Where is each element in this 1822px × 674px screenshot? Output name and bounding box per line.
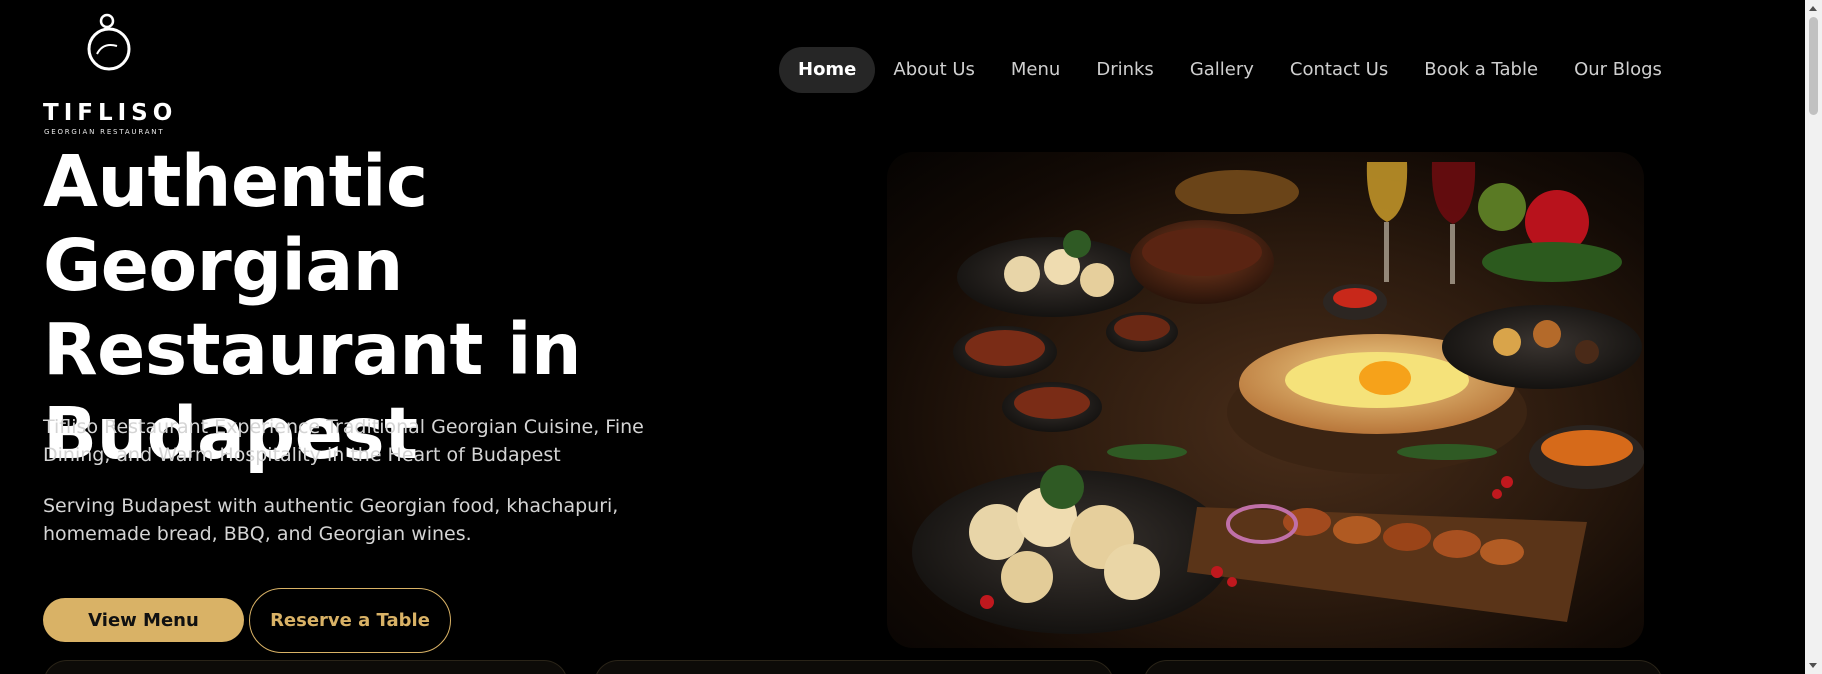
nav-item-drinks[interactable]: Drinks	[1078, 47, 1171, 93]
nav-item-book-a-table[interactable]: Book a Table	[1406, 47, 1556, 93]
reserve-table-button[interactable]: Reserve a Table	[249, 588, 451, 653]
nav-item-menu[interactable]: Menu	[993, 47, 1078, 93]
hero-description: Serving Budapest with authentic Georgian…	[43, 495, 619, 545]
nav-item-contact-us[interactable]: Contact Us	[1272, 47, 1406, 93]
nav-item-gallery[interactable]: Gallery	[1172, 47, 1272, 93]
logo-bottle-icon	[87, 13, 131, 71]
main-nav: Home About Us Menu Drinks Gallery Contac…	[779, 47, 1680, 93]
scroll-down-arrow-icon[interactable]	[1805, 657, 1822, 674]
page-scrollbar[interactable]	[1805, 0, 1822, 674]
scrollbar-thumb[interactable]	[1809, 17, 1818, 115]
nav-item-about-us[interactable]: About Us	[875, 47, 993, 93]
feature-card-3	[1143, 660, 1663, 674]
scroll-up-arrow-icon[interactable]	[1805, 0, 1822, 17]
hero-food-image	[887, 152, 1644, 648]
logo-brand: TIFLISO	[43, 100, 178, 126]
feature-card-2	[594, 660, 1114, 674]
nav-item-our-blogs[interactable]: Our Blogs	[1556, 47, 1680, 93]
logo[interactable]: TIFLISO GEORGIAN RESTAURANT	[43, 12, 173, 136]
hero-subtitle: Tifliso Restaurant Experience Traditiona…	[43, 416, 644, 466]
nav-item-home[interactable]: Home	[779, 47, 876, 93]
feature-card-1	[43, 660, 568, 674]
logo-tagline: GEORGIAN RESTAURANT	[44, 128, 165, 136]
view-menu-button[interactable]: View Menu	[43, 598, 244, 642]
